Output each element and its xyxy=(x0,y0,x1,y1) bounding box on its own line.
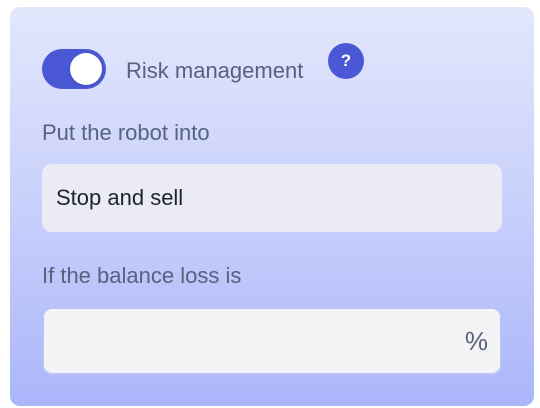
percent-unit: % xyxy=(464,325,488,356)
risk-management-label: Risk management xyxy=(126,58,304,83)
risk-management-toggle[interactable] xyxy=(42,49,106,89)
balance-loss-input[interactable] xyxy=(58,328,438,354)
balance-loss-label: If the balance loss is xyxy=(42,263,242,288)
action-label: Put the robot into xyxy=(42,120,210,145)
risk-management-card: Risk management ? Put the robot into Sto… xyxy=(10,7,534,406)
risk-toggle-row: Risk management xyxy=(42,49,303,89)
help-icon[interactable]: ? xyxy=(328,43,364,79)
toggle-knob xyxy=(70,53,102,85)
action-select[interactable]: Stop and sell xyxy=(42,164,502,232)
balance-loss-field: % xyxy=(42,307,502,375)
